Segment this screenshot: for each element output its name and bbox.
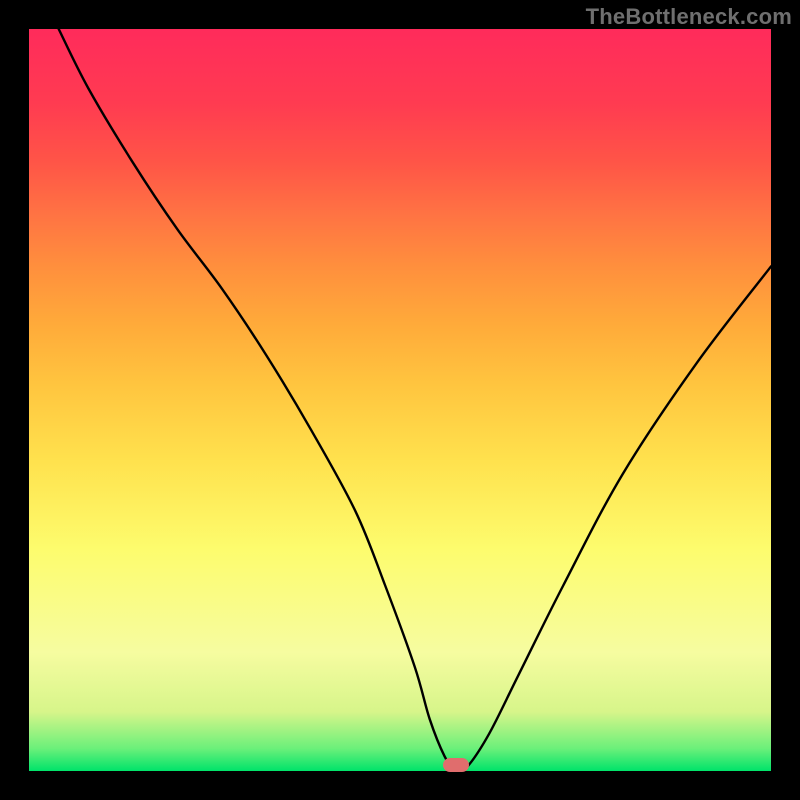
chart-frame: TheBottleneck.com xyxy=(0,0,800,800)
optimum-marker xyxy=(443,758,469,772)
bottleneck-curve xyxy=(29,29,771,771)
watermark-text: TheBottleneck.com xyxy=(586,4,792,30)
curve-path xyxy=(59,29,771,771)
plot-area xyxy=(29,29,771,771)
